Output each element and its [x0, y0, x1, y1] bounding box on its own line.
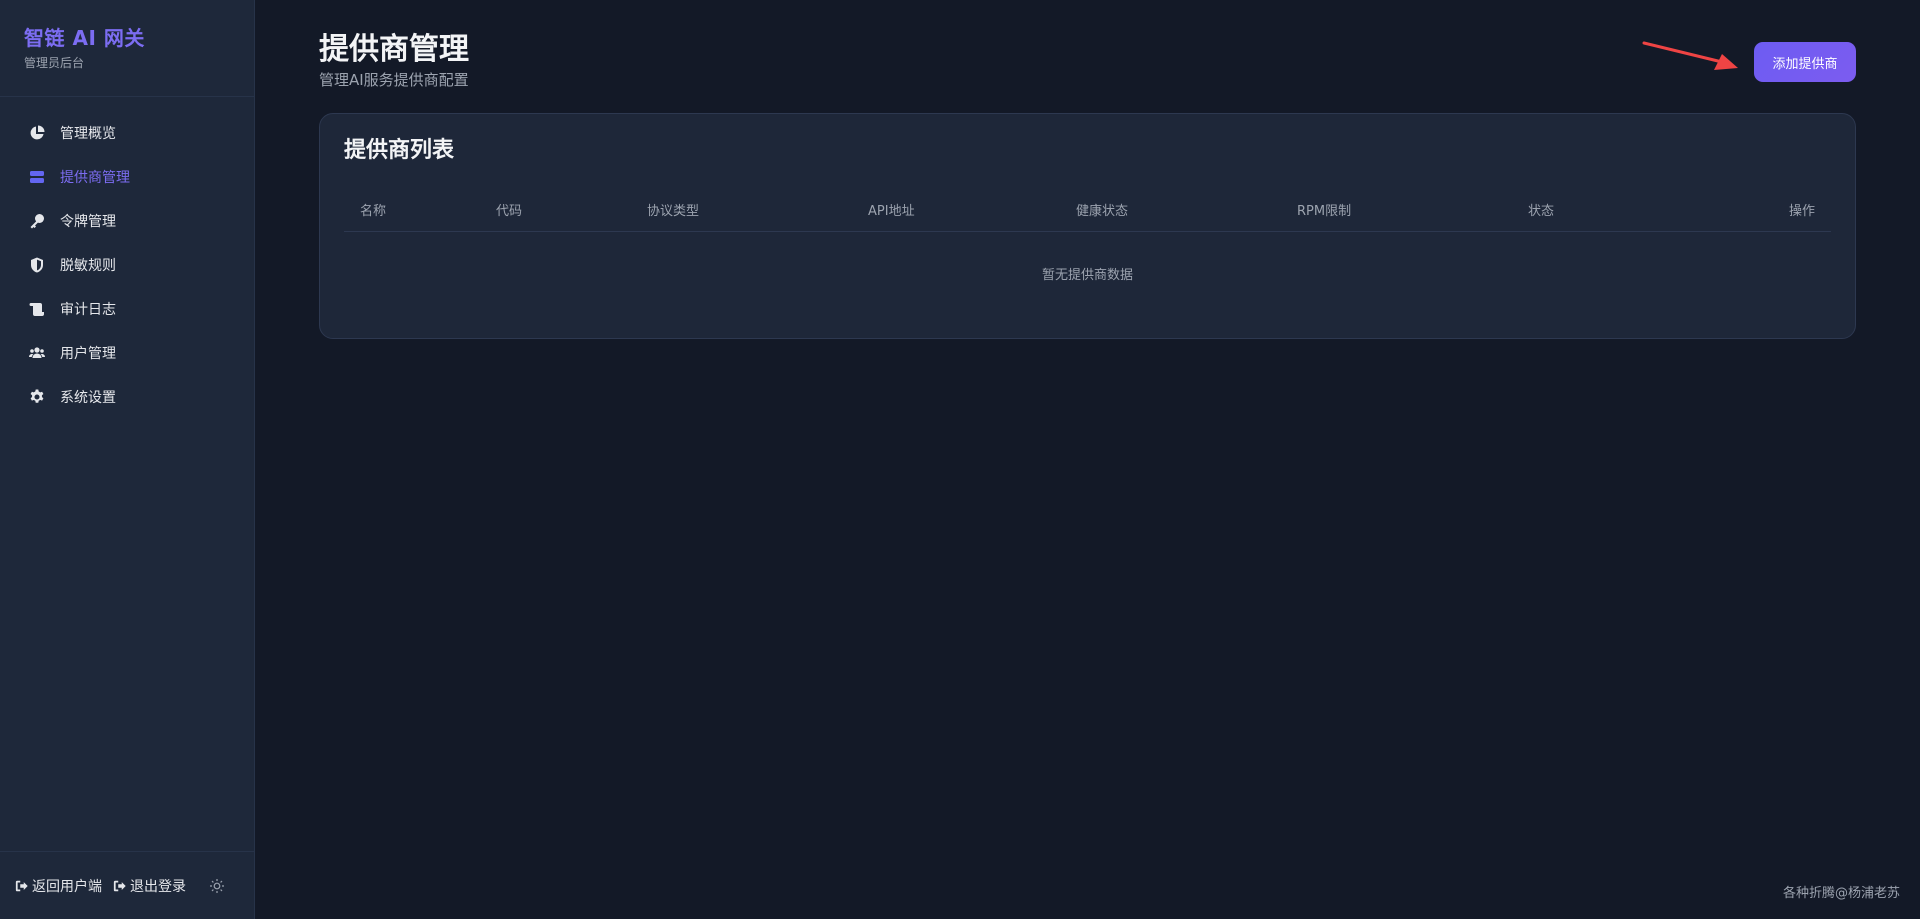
logout-button[interactable]: 退出登录 [113, 876, 186, 896]
empty-state: 暂无提供商数据 [1041, 267, 1133, 283]
sidebar-item-label: 令牌管理 [60, 214, 116, 230]
annotation-arrow-icon [1642, 41, 1738, 70]
page-title: 提供商管理 [319, 32, 469, 67]
key-icon [29, 213, 45, 229]
table-header: 名称 代码 协议类型 API地址 健康状态 RPM限制 状态 操作 [344, 188, 1831, 232]
main-content: 提供商管理 管理AI服务提供商配置 添加提供商 提供商列表 名称 代码 协议类型… [255, 0, 1920, 919]
server-icon [29, 169, 45, 185]
page-header: 提供商管理 管理AI服务提供商配置 添加提供商 [319, 30, 1856, 90]
brand-subtitle: 管理员后台 [24, 56, 85, 70]
add-provider-button[interactable]: 添加提供商 [1754, 42, 1856, 82]
theme-toggle-button[interactable] [209, 878, 225, 894]
sidebar-item-masking-rules[interactable]: 脱敏规则 [0, 243, 254, 287]
pie-chart-icon [29, 125, 45, 141]
brand: 智链 AI 网关 管理员后台 [0, 0, 254, 97]
sidebar-item-label: 管理概览 [60, 126, 116, 142]
card-title: 提供商列表 [344, 138, 455, 163]
logout-icon [113, 880, 126, 891]
sidebar: 智链 AI 网关 管理员后台 管理概览 提供商管理 令牌管理 脱敏规则 审计日志… [0, 0, 255, 919]
sidebar-item-providers[interactable]: 提供商管理 [0, 155, 254, 199]
sidebar-item-overview[interactable]: 管理概览 [0, 111, 254, 155]
brand-title: 智链 AI 网关 [24, 26, 145, 50]
back-to-user-button[interactable]: 返回用户端 [15, 876, 102, 896]
provider-list-card: 提供商列表 名称 代码 协议类型 API地址 健康状态 RPM限制 状态 操作 … [319, 113, 1856, 339]
sidebar-item-label: 脱敏规则 [60, 258, 116, 274]
sidebar-item-settings[interactable]: 系统设置 [0, 375, 254, 419]
sidebar-item-label: 审计日志 [60, 302, 116, 318]
column-header-actions: 操作 [1788, 204, 1815, 219]
sidebar-item-audit-log[interactable]: 审计日志 [0, 287, 254, 331]
back-to-user-label: 返回用户端 [32, 878, 102, 895]
column-header-api-url: API地址 [868, 204, 915, 219]
page-subtitle: 管理AI服务提供商配置 [319, 71, 469, 89]
scroll-icon [29, 301, 45, 317]
sun-icon [210, 878, 224, 893]
sidebar-item-users[interactable]: 用户管理 [0, 331, 254, 375]
column-header-rpm-limit: RPM限制 [1297, 204, 1352, 219]
app-root: 智链 AI 网关 管理员后台 管理概览 提供商管理 令牌管理 脱敏规则 审计日志… [0, 0, 1920, 919]
sidebar-footer: 返回用户端 退出登录 [0, 851, 254, 919]
column-header-health: 健康状态 [1076, 204, 1129, 219]
shield-icon [29, 257, 45, 273]
provider-table: 名称 代码 协议类型 API地址 健康状态 RPM限制 状态 操作 暂无提供商数… [344, 188, 1831, 314]
sidebar-item-label: 用户管理 [60, 346, 116, 362]
watermark: 各种折腾@杨浦老苏 [1782, 886, 1900, 901]
sidebar-nav: 管理概览 提供商管理 令牌管理 脱敏规则 审计日志 用户管理 系统设置 [0, 97, 254, 419]
column-header-code: 代码 [496, 204, 523, 219]
sidebar-item-tokens[interactable]: 令牌管理 [0, 199, 254, 243]
column-header-status: 状态 [1528, 204, 1555, 219]
column-header-protocol: 协议类型 [647, 204, 700, 219]
sidebar-item-label: 提供商管理 [60, 170, 130, 186]
gear-icon [29, 389, 45, 405]
column-header-name: 名称 [360, 204, 387, 219]
users-icon [29, 345, 45, 361]
sidebar-item-label: 系统设置 [60, 390, 116, 406]
logout-label: 退出登录 [130, 878, 186, 895]
sign-out-icon [15, 880, 28, 891]
